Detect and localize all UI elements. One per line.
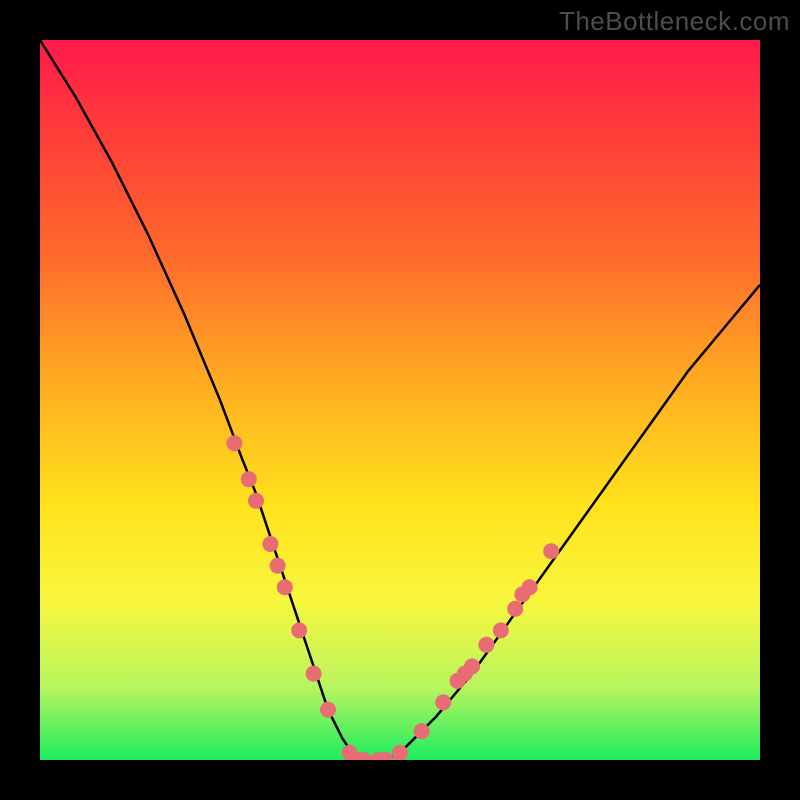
- data-marker: [262, 536, 278, 552]
- data-marker: [248, 493, 264, 509]
- data-markers: [226, 435, 559, 760]
- data-marker: [291, 622, 307, 638]
- data-marker: [478, 637, 494, 653]
- data-marker: [507, 601, 523, 617]
- data-marker: [464, 658, 480, 674]
- bottleneck-curve: [40, 40, 760, 760]
- data-marker: [522, 579, 538, 595]
- data-marker: [277, 579, 293, 595]
- data-marker: [543, 543, 559, 559]
- data-marker: [493, 622, 509, 638]
- plot-area: [40, 40, 760, 760]
- chart-frame: TheBottleneck.com: [0, 0, 800, 800]
- watermark-label: TheBottleneck.com: [559, 6, 790, 37]
- chart-svg: [40, 40, 760, 760]
- data-marker: [226, 435, 242, 451]
- data-marker: [241, 471, 257, 487]
- data-marker: [435, 694, 451, 710]
- data-marker: [306, 666, 322, 682]
- data-marker: [320, 702, 336, 718]
- data-marker: [270, 558, 286, 574]
- data-marker: [414, 723, 430, 739]
